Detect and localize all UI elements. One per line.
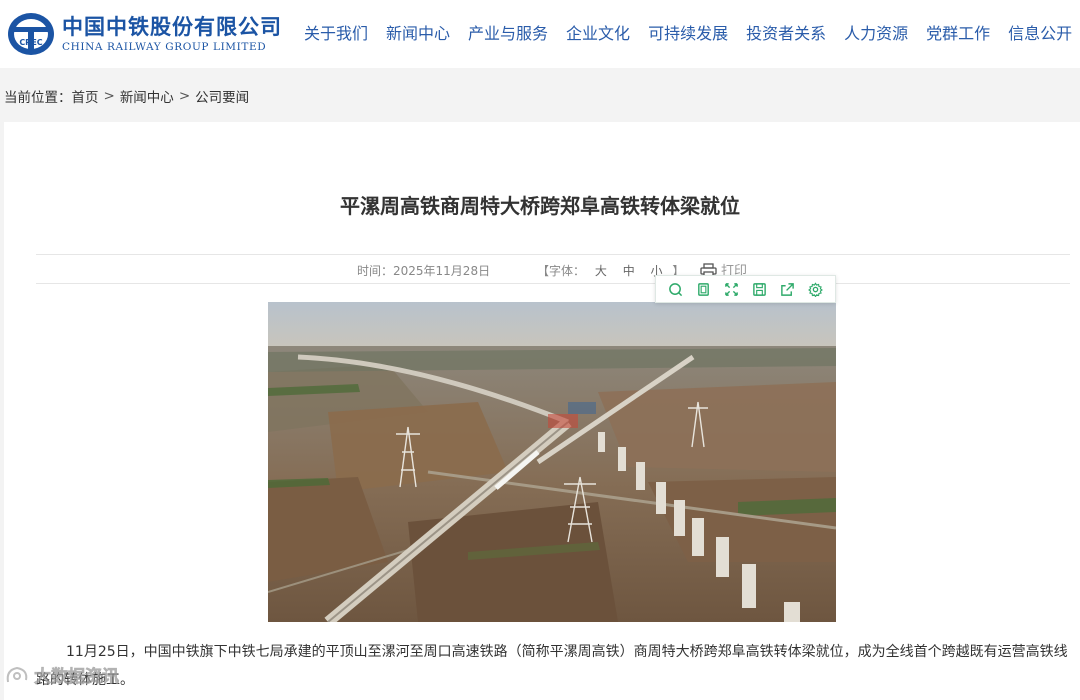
divider (36, 283, 1070, 284)
nav-item-party[interactable]: 党群工作 (926, 0, 990, 68)
nav-item-disclosure[interactable]: 信息公开 (1008, 0, 1072, 68)
bridge-aerial-photo (268, 302, 836, 622)
share-icon (780, 282, 794, 296)
image-share-button[interactable] (776, 278, 798, 300)
breadcrumb-prefix: 当前位置： (4, 90, 72, 106)
breadcrumb-current[interactable]: 公司要闻 (195, 86, 249, 106)
breadcrumb-separator: > (178, 88, 191, 104)
font-size-large[interactable]: 大 (595, 264, 607, 278)
divider (36, 254, 1070, 255)
search-icon (669, 282, 683, 296)
nav-item-about[interactable]: 关于我们 (304, 0, 368, 68)
brand-name-cn: 中国中铁股份有限公司 (62, 15, 282, 39)
publish-time: 时间：2025年11月28日 (357, 264, 491, 278)
article-title: 平漯周高铁商周特大桥跨郑阜高铁转体梁就位 (340, 194, 740, 218)
breadcrumb: 当前位置： 首页 > 新闻中心 > 公司要闻 (4, 84, 249, 108)
brand-name-en: CHINA RAILWAY GROUP LIMITED (62, 41, 267, 53)
copy-icon (698, 282, 710, 296)
breadcrumb-news[interactable]: 新闻中心 (120, 86, 174, 106)
nav-item-news[interactable]: 新闻中心 (386, 0, 450, 68)
article-photo (268, 302, 836, 622)
site-logo[interactable]: CREC 中国中铁股份有限公司 CHINA RAILWAY GROUP LIMI… (6, 10, 286, 58)
image-copy-button[interactable] (693, 278, 715, 300)
image-search-button[interactable] (665, 278, 687, 300)
font-size-open: 【字体： (537, 264, 586, 278)
fullscreen-icon (725, 282, 738, 296)
crec-logo-icon: CREC (8, 13, 54, 55)
site-header: CREC 中国中铁股份有限公司 CHINA RAILWAY GROUP LIMI… (0, 0, 1080, 68)
breadcrumb-separator: > (103, 88, 115, 104)
settings-icon (807, 281, 823, 297)
image-settings-button[interactable] (804, 278, 826, 300)
nav-item-culture[interactable]: 企业文化 (566, 0, 630, 68)
article-meta: 时间：2025年11月28日 【字体： 大 中 小 】 打印 (0, 260, 1080, 279)
article-paragraph: 11月25日，中国中铁旗下中铁七局承建的平顶山至漯河至周口高速铁路（简称平漯周高… (36, 644, 1068, 688)
font-size-medium[interactable]: 中 (623, 264, 635, 278)
image-save-button[interactable] (748, 278, 770, 300)
image-fullscreen-button[interactable] (721, 278, 743, 300)
image-toolbar (655, 275, 836, 303)
save-icon (753, 282, 766, 296)
breadcrumb-home[interactable]: 首页 (72, 86, 99, 106)
main-nav: 关于我们 新闻中心 产业与服务 企业文化 可持续发展 投资者关系 人力资源 党群… (304, 0, 1080, 68)
nav-item-industry[interactable]: 产业与服务 (468, 0, 548, 68)
nav-item-sustainability[interactable]: 可持续发展 (648, 0, 728, 68)
nav-item-investors[interactable]: 投资者关系 (746, 0, 826, 68)
nav-item-hr[interactable]: 人力资源 (844, 0, 908, 68)
svg-text:CREC: CREC (19, 38, 42, 47)
